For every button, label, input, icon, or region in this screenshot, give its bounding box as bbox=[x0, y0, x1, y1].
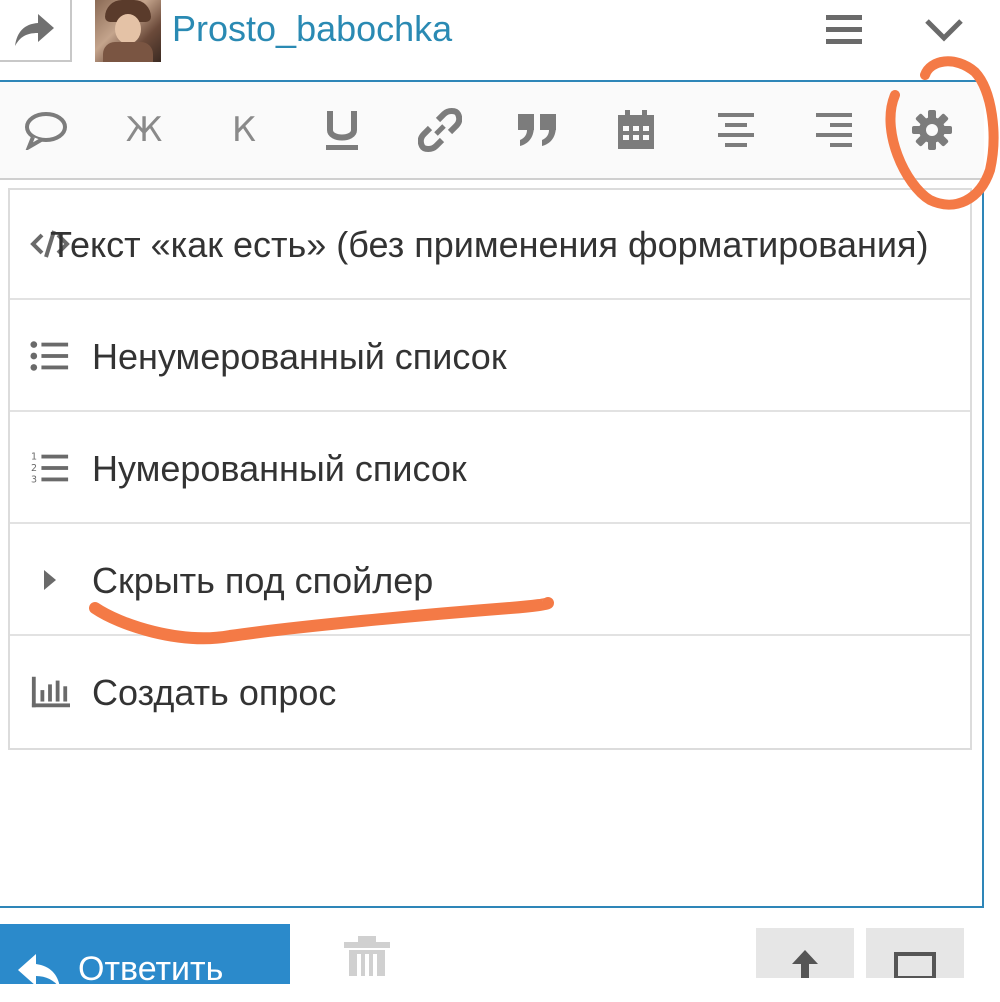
menu-item-label: Текст «как есть» (без применения формати… bbox=[50, 224, 929, 265]
toolbar-underline-button[interactable] bbox=[312, 100, 372, 160]
menu-item-numbered-list[interactable]: 123 Нумерованный список bbox=[10, 412, 970, 524]
bullet-list-icon bbox=[30, 336, 70, 376]
poll-chart-icon bbox=[30, 672, 70, 712]
align-center-icon bbox=[718, 113, 754, 147]
menu-item-plain-text[interactable]: Текст «как есть» (без применения формати… bbox=[10, 188, 970, 300]
numbered-list-icon: 123 bbox=[30, 448, 70, 488]
username-link[interactable]: Prosto_babochka bbox=[172, 4, 452, 54]
hamburger-icon bbox=[826, 15, 862, 44]
toolbar-date-button[interactable] bbox=[606, 100, 666, 160]
reply-label: Ответить bbox=[78, 950, 224, 988]
reply-button[interactable]: Ответить bbox=[0, 924, 290, 988]
align-right-icon bbox=[816, 113, 852, 147]
monitor-icon bbox=[894, 952, 936, 980]
share-arrow-icon bbox=[15, 14, 54, 46]
arrow-up-icon bbox=[792, 950, 818, 978]
toolbar-blockquote-button[interactable] bbox=[508, 100, 568, 160]
bold-label: Ж bbox=[125, 110, 163, 150]
toolbar-link-button[interactable] bbox=[410, 100, 470, 160]
toolbar-quote-button[interactable] bbox=[16, 100, 76, 160]
reply-arrow-icon bbox=[18, 954, 60, 988]
menu-item-spoiler[interactable]: Скрыть под спойлер bbox=[10, 524, 970, 636]
menu-item-label: Нумерованный список bbox=[92, 448, 467, 489]
gear-icon bbox=[912, 110, 952, 150]
trash-icon bbox=[344, 936, 390, 976]
menu-item-bullet-list[interactable]: Ненумерованный список bbox=[10, 300, 970, 412]
menu-item-label: Скрыть под спойлер bbox=[92, 560, 434, 601]
upload-button[interactable] bbox=[756, 928, 854, 978]
italic-label: К bbox=[231, 110, 257, 150]
menu-item-poll[interactable]: Создать опрос bbox=[10, 636, 970, 748]
menu-item-label: Создать опрос bbox=[92, 672, 337, 713]
toolbar-italic-button[interactable]: К bbox=[214, 100, 274, 160]
delete-draft-button[interactable] bbox=[340, 936, 394, 976]
toolbar-align-center-button[interactable] bbox=[706, 100, 766, 160]
share-button[interactable] bbox=[0, 0, 72, 62]
collapse-button[interactable] bbox=[922, 8, 966, 52]
menu-item-label: Ненумерованный список bbox=[92, 336, 507, 377]
toolbar-align-right-button[interactable] bbox=[804, 100, 864, 160]
svg-text:2: 2 bbox=[31, 463, 37, 474]
chevron-down-icon bbox=[925, 19, 963, 42]
link-icon bbox=[418, 108, 462, 152]
menu-button[interactable] bbox=[822, 8, 866, 52]
toolbar-bold-button[interactable]: Ж bbox=[114, 100, 174, 160]
svg-text:3: 3 bbox=[31, 474, 37, 485]
blockquote-icon bbox=[518, 114, 556, 146]
caret-right-icon bbox=[30, 560, 70, 600]
svg-text:1: 1 bbox=[31, 451, 37, 462]
preview-button[interactable] bbox=[866, 928, 964, 980]
calendar-icon bbox=[618, 110, 654, 149]
quote-bubble-icon bbox=[25, 112, 67, 150]
toolbar-more-options-button[interactable] bbox=[902, 100, 962, 160]
avatar[interactable] bbox=[95, 0, 161, 62]
underline-icon bbox=[326, 111, 358, 150]
